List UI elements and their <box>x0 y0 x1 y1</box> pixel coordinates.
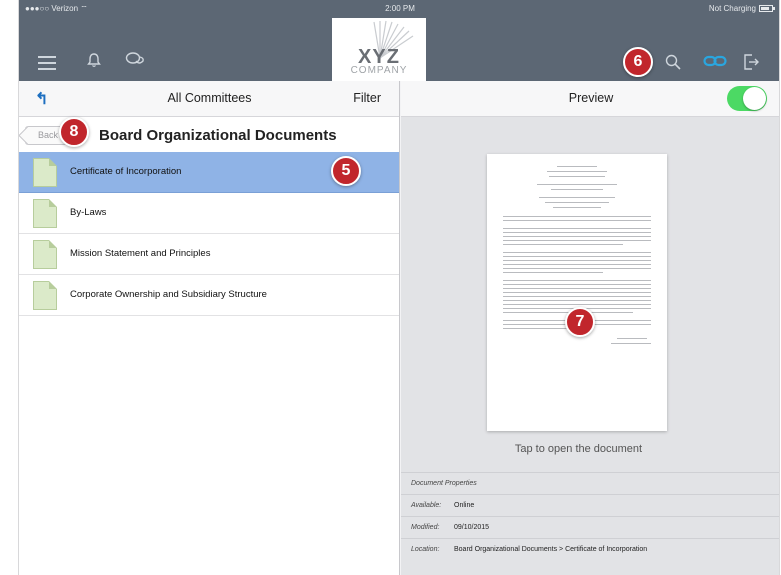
modified-label: Modified: <box>411 524 440 531</box>
documents-pane: ↰ All Committees Filter Back Board Organ… <box>19 81 400 575</box>
callout-badge-6: 6 <box>623 47 653 77</box>
folder-title: Board Organizational Documents <box>99 127 337 144</box>
document-properties: Document Properties Available: Online Mo… <box>401 472 779 560</box>
status-bar: ●●●○○ Verizon ⌔ 2:00 PM Not Charging <box>19 0 779 18</box>
status-time: 2:00 PM <box>385 4 415 13</box>
document-label: Mission Statement and Principles <box>70 248 211 259</box>
location-label: Location: <box>411 546 440 553</box>
logo-subtext: COMPANY <box>350 65 408 76</box>
menu-icon[interactable] <box>38 56 56 74</box>
available-value: Online <box>454 502 475 509</box>
document-label: Corporate Ownership and Subsidiary Struc… <box>70 289 267 300</box>
tap-to-open-hint: Tap to open the document <box>514 443 643 455</box>
preview-toggle[interactable] <box>727 86 767 111</box>
available-label: Available: <box>411 502 442 509</box>
bell-icon[interactable] <box>87 52 101 68</box>
documents-header: ↰ All Committees Filter <box>19 81 399 117</box>
document-icon <box>33 158 57 187</box>
chat-icon[interactable] <box>125 51 145 67</box>
battery-text: Not Charging <box>708 4 756 13</box>
document-icon <box>33 281 57 310</box>
battery-icon <box>759 5 775 12</box>
location-value: Board Organizational Documents > Certifi… <box>454 546 648 553</box>
document-preview-thumbnail[interactable] <box>487 154 667 431</box>
filter-button[interactable]: Filter <box>353 91 381 105</box>
document-icon <box>33 199 57 228</box>
document-item-bylaws[interactable]: By-Laws <box>19 193 399 234</box>
document-item-ownership[interactable]: Corporate Ownership and Subsidiary Struc… <box>19 275 399 316</box>
location-row: Location: Board Organizational Documents… <box>401 538 779 560</box>
company-logo: XYZ COMPANY <box>332 18 426 81</box>
document-label: By-Laws <box>70 207 107 218</box>
link-icon[interactable] <box>703 55 727 67</box>
modified-value: 09/10/2015 <box>454 524 490 531</box>
modified-row: Modified: 09/10/2015 <box>401 516 779 538</box>
document-label: Certificate of Incorporation <box>70 166 182 177</box>
available-row: Available: Online <box>401 494 779 516</box>
properties-heading: Document Properties <box>411 480 477 487</box>
document-item-mission[interactable]: Mission Statement and Principles <box>19 234 399 275</box>
committees-title: All Committees <box>167 91 252 105</box>
search-icon[interactable] <box>665 54 681 70</box>
battery-status: Not Charging <box>708 4 775 13</box>
preview-header: Preview <box>401 81 779 117</box>
document-icon <box>33 240 57 269</box>
callout-badge-8: 8 <box>59 117 89 147</box>
preview-title: Preview <box>568 91 614 105</box>
callout-badge-7: 7 <box>565 307 595 337</box>
callout-badge-5: 5 <box>331 156 361 186</box>
ipad-app-frame: ●●●○○ Verizon ⌔ 2:00 PM Not Charging XYZ… <box>18 0 780 575</box>
logout-icon[interactable] <box>743 53 759 71</box>
properties-heading-row: Document Properties <box>401 472 779 494</box>
